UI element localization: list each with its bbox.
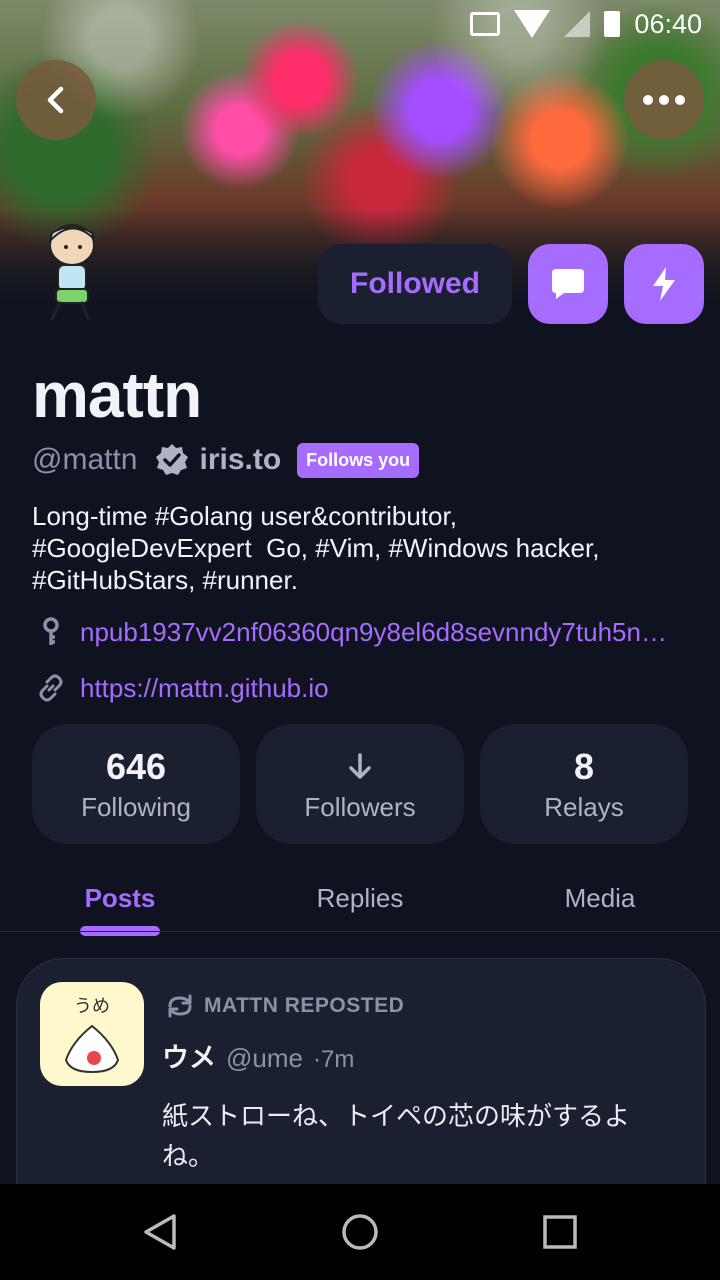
arrow-down-icon [349, 752, 371, 779]
followers-label: Followers [304, 791, 416, 822]
avatar-character-icon [49, 224, 95, 321]
circle-home-icon [342, 1214, 378, 1250]
followers-stat[interactable]: Followers [256, 724, 464, 844]
triangle-back-icon [144, 1214, 176, 1250]
vibrate-icon [470, 12, 501, 36]
square-recents-icon [543, 1215, 577, 1249]
following-count: 646 [105, 745, 167, 787]
post-author-avatar[interactable]: うめ [40, 982, 144, 1086]
npub-row[interactable]: npub1937vv2nf06360qn9y8el6d8sevnndy7tuh5… [36, 612, 667, 652]
post-content: 紙ストローね、トイペの芯の味がするよね。 [162, 1101, 631, 1171]
repost-label: MATTN REPOSTED [204, 994, 405, 1017]
display-name: mattn [32, 359, 202, 431]
tab-posts[interactable]: Posts [20, 878, 220, 918]
tabs-divider [0, 931, 720, 932]
tab-replies[interactable]: Replies [260, 878, 460, 918]
follows-you-badge: Follows you [297, 442, 420, 478]
repost-indicator: MATTN REPOSTED [166, 988, 404, 1024]
profile-avatar[interactable] [30, 215, 110, 325]
message-icon [552, 269, 584, 299]
relays-count: 8 [573, 745, 595, 787]
post-author-name[interactable]: ウメ [162, 1036, 216, 1075]
website-link[interactable]: https://mattn.github.io [80, 673, 329, 704]
avatar-text: うめ [74, 996, 110, 1017]
tab-media[interactable]: Media [500, 878, 700, 918]
zap-button[interactable] [624, 244, 704, 324]
status-bar: 06:40 [0, 0, 720, 48]
handle-row: @mattn iris.to Follows you [32, 440, 420, 480]
post-author-row: ウメ @ume ·7m [162, 1036, 354, 1076]
verified-badge-icon [156, 444, 189, 475]
status-time: 06:40 [634, 8, 702, 39]
bio-line: #GitHubStars, #runner. [32, 565, 298, 595]
npub-text[interactable]: npub1937vv2nf06360qn9y8el6d8sevnndy7tuh5… [80, 617, 667, 648]
more-horizontal-icon [643, 95, 685, 105]
bio-line: Long-time #Golang user&contributor, [32, 501, 457, 531]
more-options-button[interactable] [624, 60, 704, 140]
post-timestamp: ·7m [312, 1046, 355, 1073]
lightning-icon [653, 267, 675, 301]
back-button[interactable] [16, 60, 96, 140]
battery-icon [604, 11, 621, 37]
post-author-handle[interactable]: @ume [226, 1043, 303, 1074]
wifi-icon [514, 10, 551, 38]
chevron-left-icon [47, 86, 64, 114]
bio-line: #GoogleDevExpert Go, #Vim, #Windows hack… [32, 533, 600, 563]
followers-count [347, 746, 373, 788]
link-icon [39, 674, 63, 702]
profile-handle: @mattn [32, 443, 138, 476]
following-label: Following [81, 791, 191, 822]
signal-icon [564, 11, 591, 37]
nip05-domain[interactable]: iris.to [199, 443, 281, 477]
nav-home-button[interactable] [340, 1212, 380, 1252]
profile-bio: Long-time #Golang user&contributor, #Goo… [32, 500, 692, 596]
relays-stat[interactable]: 8 Relays [480, 724, 688, 844]
website-row[interactable]: https://mattn.github.io [36, 668, 329, 708]
system-navigation-bar [0, 1184, 720, 1280]
relays-label: Relays [544, 791, 624, 822]
nav-back-button[interactable] [140, 1212, 180, 1252]
key-icon [43, 617, 59, 645]
following-stat[interactable]: 646 Following [32, 724, 240, 844]
onigiri-avatar-icon: うめ [64, 996, 120, 1074]
repost-icon [168, 994, 192, 1018]
message-button[interactable] [528, 244, 608, 324]
nav-recents-button[interactable] [540, 1212, 580, 1252]
followed-button[interactable]: Followed [318, 244, 512, 324]
